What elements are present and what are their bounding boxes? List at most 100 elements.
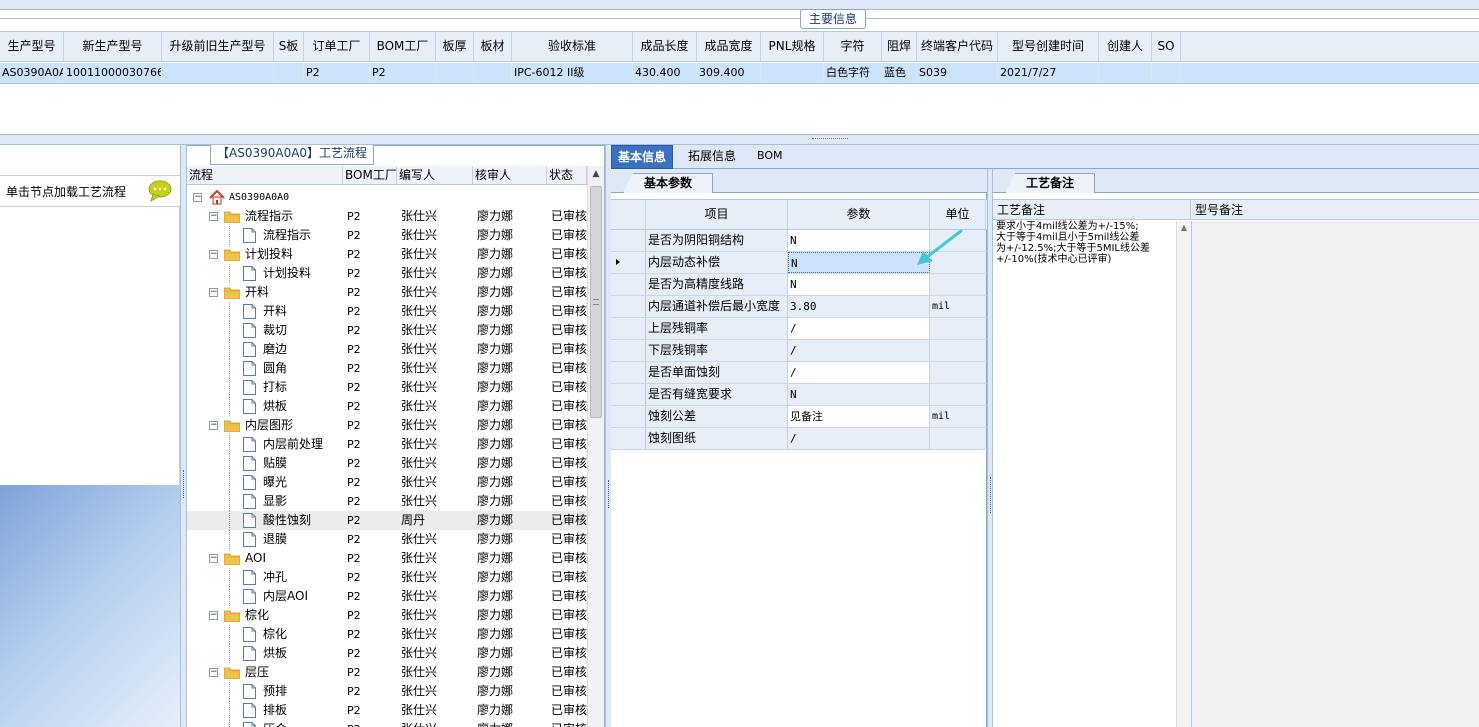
- main-col-length[interactable]: 成品长度: [633, 32, 697, 61]
- main-cell-material[interactable]: [474, 63, 512, 83]
- main-cell-so[interactable]: [1152, 63, 1181, 83]
- tree-col-status[interactable]: 状态: [547, 166, 587, 184]
- collapse-icon[interactable]: −: [209, 554, 218, 563]
- main-cell-order-factory[interactable]: P2: [304, 63, 370, 83]
- tree-row[interactable]: 退膜 P2 张仕兴 廖力娜 已审核: [187, 530, 587, 549]
- tab-basic-params[interactable]: 基本参数: [623, 173, 713, 193]
- main-cell-create-time[interactable]: 2021/7/27: [998, 63, 1099, 83]
- notes-scrollbar[interactable]: ▲: [1176, 221, 1191, 727]
- main-cell-customer-code[interactable]: S039: [917, 63, 998, 83]
- splitter-grip-icon[interactable]: [183, 470, 185, 498]
- params-col-value[interactable]: 参数: [788, 200, 930, 229]
- main-cell-model[interactable]: AS0390A0A0: [0, 63, 64, 83]
- main-col-width[interactable]: 成品宽度: [697, 32, 761, 61]
- tree-row[interactable]: 烘板 P2 张仕兴 廖力娜 已审核: [187, 397, 587, 416]
- param-value[interactable]: /: [788, 362, 930, 383]
- main-cell-pnl-spec[interactable]: [761, 63, 824, 83]
- main-cell-acceptance-std[interactable]: IPC-6012 II级: [512, 63, 633, 83]
- params-row[interactable]: 内层通道补偿后最小宽度 3.80 mil: [611, 296, 987, 318]
- row-selector[interactable]: [611, 406, 646, 427]
- row-selector[interactable]: [611, 230, 646, 251]
- tab-extended-info[interactable]: 拓展信息: [682, 145, 742, 169]
- main-col-old-model[interactable]: 升级前旧生产型号: [162, 32, 274, 61]
- params-row[interactable]: 上层残铜率 /: [611, 318, 987, 340]
- tree-row[interactable]: 曝光 P2 张仕兴 廖力娜 已审核: [187, 473, 587, 492]
- main-col-thickness[interactable]: 板厚: [436, 32, 474, 61]
- tree-scrollbar[interactable]: ▲: [587, 166, 604, 727]
- tab-bom[interactable]: BOM: [751, 145, 789, 169]
- tree-row[interactable]: − 流程指示 P2 张仕兴 廖力娜 已审核: [187, 207, 587, 226]
- params-row[interactable]: 是否单面蚀刻 /: [611, 362, 987, 384]
- process-notes-text[interactable]: 要求小于4mil线公差为+/-15%; 大于等于4mil且小于5mil线公差 为…: [996, 221, 1176, 265]
- tree-row[interactable]: 冲孔 P2 张仕兴 廖力娜 已审核: [187, 568, 587, 587]
- tree-row[interactable]: − 棕化 P2 张仕兴 廖力娜 已审核: [187, 606, 587, 625]
- tree-row[interactable]: 显影 P2 张仕兴 廖力娜 已审核: [187, 492, 587, 511]
- main-cell-character[interactable]: 白色字符: [824, 63, 882, 83]
- main-col-acceptance-std[interactable]: 验收标准: [512, 32, 633, 61]
- tree-col-writer[interactable]: 编写人: [397, 166, 473, 184]
- main-grid-row[interactable]: AS0390A0A010011000030766 P2P2 IPC-6012 II级…: [0, 63, 1479, 84]
- model-notes-area[interactable]: [1191, 221, 1479, 727]
- row-selector[interactable]: [611, 274, 646, 295]
- tree-root-row[interactable]: − AS0390A0A0: [187, 188, 587, 207]
- tree-row[interactable]: − AOI P2 张仕兴 廖力娜 已审核: [187, 549, 587, 568]
- main-col-create-time[interactable]: 型号创建时间: [998, 32, 1099, 61]
- params-row[interactable]: 是否为高精度线路 N: [611, 274, 987, 296]
- tree-row[interactable]: 棕化 P2 张仕兴 廖力娜 已审核: [187, 625, 587, 644]
- params-col-item[interactable]: 项目: [646, 200, 788, 229]
- main-cell-length[interactable]: 430.400: [633, 63, 697, 83]
- splitter-grip-icon[interactable]: [608, 480, 610, 508]
- collapse-icon[interactable]: −: [193, 193, 202, 202]
- main-cell-solder-mask[interactable]: 蓝色: [882, 63, 917, 83]
- main-cell-new-model[interactable]: 10011000030766: [64, 63, 162, 83]
- param-value[interactable]: N: [788, 230, 930, 251]
- tree-row[interactable]: 预排 P2 张仕兴 廖力娜 已审核: [187, 682, 587, 701]
- params-row[interactable]: 蚀刻图纸 /: [611, 428, 987, 450]
- row-selector[interactable]: [611, 384, 646, 405]
- main-col-bom-factory[interactable]: BOM工厂: [370, 32, 436, 61]
- param-value[interactable]: N: [788, 274, 930, 295]
- main-col-solder-mask[interactable]: 阻焊: [882, 32, 917, 61]
- param-value[interactable]: 3.80: [788, 296, 930, 317]
- load-process-hint[interactable]: 单击节点加载工艺流程: [0, 175, 180, 207]
- param-value[interactable]: 见备注: [788, 406, 930, 427]
- tree-row[interactable]: − 开料 P2 张仕兴 廖力娜 已审核: [187, 283, 587, 302]
- collapse-icon[interactable]: −: [209, 611, 218, 620]
- tree-row[interactable]: 排板 P2 张仕兴 廖力娜 已审核: [187, 701, 587, 720]
- tree-row[interactable]: 内层AOI P2 张仕兴 廖力娜 已审核: [187, 587, 587, 606]
- tree-col-bom[interactable]: BOM工厂: [343, 166, 397, 184]
- main-col-s-board[interactable]: S板: [274, 32, 304, 61]
- params-row[interactable]: 下层残铜率 /: [611, 340, 987, 362]
- tree-row[interactable]: 内层前处理 P2 张仕兴 廖力娜 已审核: [187, 435, 587, 454]
- main-col-model[interactable]: 生产型号: [0, 32, 64, 61]
- tree-row[interactable]: 打标 P2 张仕兴 廖力娜 已审核: [187, 378, 587, 397]
- tree-row[interactable]: 磨边 P2 张仕兴 廖力娜 已审核: [187, 340, 587, 359]
- tree-row[interactable]: − 计划投料 P2 张仕兴 廖力娜 已审核: [187, 245, 587, 264]
- params-col-unit[interactable]: 单位: [930, 200, 986, 229]
- main-col-customer-code[interactable]: 终端客户代码: [917, 32, 998, 61]
- row-selector[interactable]: [611, 318, 646, 339]
- tab-process-notes[interactable]: 工艺备注: [1005, 173, 1095, 193]
- splitter-grip-icon[interactable]: [812, 138, 848, 141]
- tree-row[interactable]: 酸性蚀刻 P2 周丹 廖力娜 已审核: [187, 511, 587, 530]
- main-col-new-model[interactable]: 新生产型号: [64, 32, 162, 61]
- vertical-splitter-left[interactable]: [180, 145, 187, 727]
- tree-row[interactable]: − 内层图形 P2 张仕兴 廖力娜 已审核: [187, 416, 587, 435]
- param-value[interactable]: N: [788, 384, 930, 405]
- collapse-icon[interactable]: −: [209, 421, 218, 430]
- row-selector[interactable]: [611, 428, 646, 449]
- row-selector[interactable]: [611, 296, 646, 317]
- row-selector-header[interactable]: [611, 200, 646, 229]
- params-row[interactable]: 是否有缝宽要求 N: [611, 384, 987, 406]
- main-col-order-factory[interactable]: 订单工厂: [304, 32, 370, 61]
- collapse-icon[interactable]: −: [209, 250, 218, 259]
- main-col-material[interactable]: 板材: [474, 32, 512, 61]
- tree-row[interactable]: 流程指示 P2 张仕兴 廖力娜 已审核: [187, 226, 587, 245]
- main-cell-old-model[interactable]: [162, 63, 274, 83]
- row-selector[interactable]: [611, 252, 646, 273]
- tree-row[interactable]: 开料 P2 张仕兴 廖力娜 已审核: [187, 302, 587, 321]
- main-col-so[interactable]: SO: [1152, 32, 1181, 61]
- collapse-icon[interactable]: −: [209, 212, 218, 221]
- main-col-character[interactable]: 字符: [824, 32, 882, 61]
- tree-col-flow[interactable]: 流程: [187, 166, 343, 184]
